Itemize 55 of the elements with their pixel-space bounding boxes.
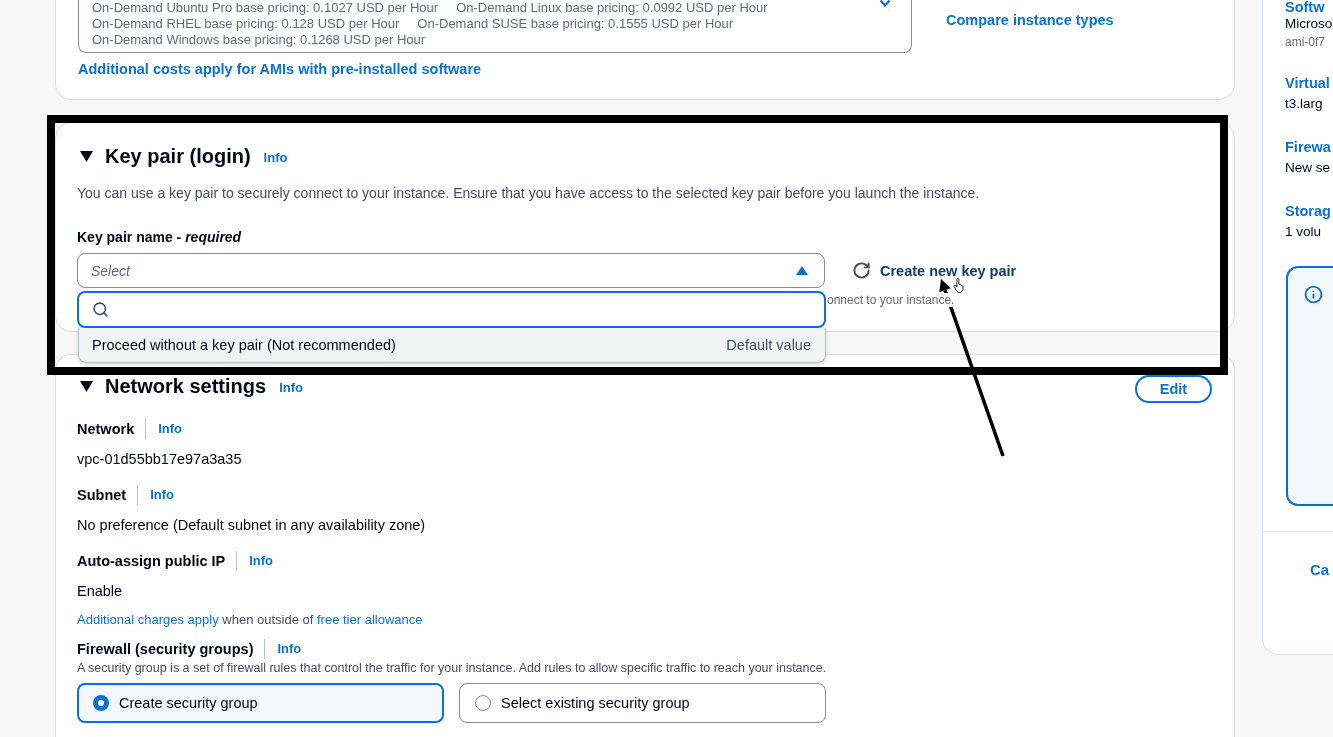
radio-tile[interactable]: Create security group (77, 683, 444, 723)
field-value: No preference (Default subnet in any availability zone) (77, 516, 427, 535)
caret-down-icon[interactable] (80, 381, 93, 392)
pricing-text: On-Demand Windows base pricing: 0.1268 USD per Hour (92, 32, 426, 48)
field-label: Network (77, 421, 135, 437)
pricing-text: On-Demand Linux base pricing: 0.0992 USD per Hour (456, 0, 768, 16)
helper-text: onnect to your instance. (827, 293, 955, 307)
charges-note: Additional charges apply when outside of free tier allowance (77, 612, 423, 628)
summary-detail: ami-0f7 (1285, 34, 1325, 50)
summary-value: t3.larg (1285, 95, 1323, 113)
refresh-icon (852, 261, 871, 280)
info-link[interactable]: Info (249, 552, 274, 570)
create-key-pair-button[interactable]: Create new key pair (852, 261, 1017, 280)
note-link[interactable]: free tier allowance (317, 612, 423, 627)
pricing-text: On-Demand RHEL base pricing: 0.128 USD per Hour (92, 16, 400, 32)
info-link[interactable]: Info (279, 379, 303, 397)
field-label: Key pair name - required (77, 228, 243, 247)
search-icon (92, 301, 109, 318)
radio-icon (475, 695, 491, 711)
info-link[interactable]: Info (263, 149, 288, 167)
additional-costs-link[interactable]: Additional costs apply for AMIs with pre-installed software (78, 60, 482, 78)
info-link[interactable]: Info (277, 640, 302, 658)
radio-tile[interactable]: Select existing security group (459, 683, 826, 723)
cancel-button[interactable]: Ca (1310, 560, 1330, 580)
field-value: Enable (77, 582, 124, 601)
pricing-text: On-Demand Ubuntu Pro base pricing: 0.1027 USD per Hour (92, 0, 439, 16)
summary-link[interactable]: Storag (1285, 201, 1331, 222)
field-label: Firewall (security groups) (77, 641, 254, 657)
summary-link[interactable]: Firewa (1285, 137, 1331, 158)
compare-link[interactable]: Compare instance types (946, 11, 1212, 29)
section-title: Network settings (105, 375, 267, 397)
search-field[interactable] (77, 291, 826, 328)
field-value: vpc-01d55bb17e97a3a35 (77, 450, 243, 469)
firewall-description: A security group is a set of firewall rules that control the traffic for your instance. Add rules to allow specific traffic to reach your instance. (77, 661, 828, 676)
info-link[interactable]: Info (150, 486, 174, 504)
info-link[interactable]: Info (158, 420, 183, 438)
chevron-down-icon[interactable] (879, 0, 891, 7)
summary-value: New se (1285, 159, 1330, 177)
key-pair-select[interactable]: Select (77, 253, 825, 288)
section-description: You can use a key pair to securely connect to your instance. Ensure that you have access to the selected key pair before you launch the instance. (77, 184, 981, 203)
summary-value: 1 volu (1285, 223, 1322, 241)
summary-value: Microso (1285, 15, 1333, 33)
radio-icon (93, 695, 109, 711)
section-title: Key pair (login) (105, 144, 251, 169)
pricing-text: On-Demand SUSE base pricing: 0.1555 USD per Hour (417, 16, 734, 32)
summary-link[interactable]: Virtual (1285, 73, 1330, 94)
note-link[interactable]: Additional charges apply (77, 612, 219, 627)
field-label: Auto-assign public IP (77, 553, 226, 569)
caret-down-icon[interactable] (80, 150, 93, 162)
dropdown-option[interactable]: Proceed without a key pair (Not recommended) Default value (78, 328, 826, 363)
info-icon (1304, 285, 1323, 304)
hand-cursor-icon (953, 278, 965, 293)
summary-link[interactable]: Softw (1285, 0, 1325, 14)
edit-button[interactable]: Edit (1135, 375, 1212, 403)
field-label: Subnet (77, 487, 127, 503)
